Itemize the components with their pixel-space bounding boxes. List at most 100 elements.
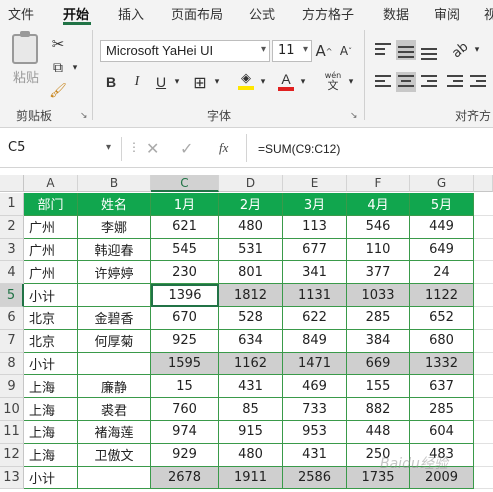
tab-insert[interactable]: 插入 [118, 4, 144, 23]
table-cell[interactable]: 680 [410, 329, 474, 353]
font-color-icon[interactable]: A [276, 70, 296, 92]
format-painter-icon[interactable]: 🖌 [48, 81, 68, 101]
table-cell[interactable]: 许婷婷 [78, 261, 151, 285]
table-cell[interactable]: 褚海莲 [78, 421, 151, 444]
column-header-e[interactable]: E [283, 175, 347, 192]
row-header-8[interactable]: 8 [0, 352, 24, 376]
subtotal-cell[interactable]: 669 [347, 352, 410, 376]
copy-dropdown-icon[interactable]: ▾ [70, 58, 80, 78]
empty-cell[interactable] [474, 330, 493, 353]
table-cell[interactable]: 649 [410, 238, 474, 262]
align-top-icon[interactable] [373, 40, 393, 60]
subtotal-cell[interactable] [78, 284, 151, 307]
table-cell[interactable]: 韩迎春 [78, 238, 151, 262]
table-cell[interactable]: 377 [347, 261, 410, 285]
subtotal-cell[interactable] [78, 466, 151, 490]
table-cell[interactable]: 广州 [24, 215, 78, 239]
header-cell[interactable]: 4月 [347, 193, 410, 216]
shrink-font-icon[interactable]: Aˇ [337, 40, 355, 62]
table-cell[interactable]: 449 [410, 215, 474, 239]
subtotal-cell[interactable]: 1162 [219, 352, 283, 376]
subtotal-cell[interactable]: 1911 [219, 466, 283, 490]
row-header-9[interactable]: 9 [0, 375, 24, 399]
table-cell[interactable]: 230 [151, 261, 219, 285]
table-cell[interactable]: 85 [219, 398, 283, 421]
table-cell[interactable]: 15 [151, 375, 219, 399]
row-header-10[interactable]: 10 [0, 398, 24, 421]
column-header-a[interactable]: A [24, 175, 78, 192]
table-cell[interactable]: 545 [151, 238, 219, 262]
row-header-13[interactable]: 13 [0, 466, 24, 490]
subtotal-cell[interactable]: 1131 [283, 284, 347, 307]
table-cell[interactable]: 652 [410, 307, 474, 330]
table-cell[interactable]: 621 [151, 215, 219, 239]
bold-button[interactable]: B [102, 72, 120, 92]
insert-function-button[interactable]: fx [219, 140, 228, 156]
chevron-down-icon[interactable]: ▾ [472, 40, 482, 60]
table-cell[interactable]: 546 [347, 215, 410, 239]
empty-cell[interactable] [474, 193, 493, 216]
header-cell[interactable]: 5月 [410, 193, 474, 216]
chevron-down-icon[interactable]: ▾ [172, 72, 182, 92]
table-cell[interactable]: 670 [151, 307, 219, 330]
tab-fangfang[interactable]: 方方格子 [302, 4, 354, 23]
column-header-f[interactable]: F [347, 175, 410, 192]
table-cell[interactable]: 528 [219, 307, 283, 330]
empty-cell[interactable] [474, 353, 493, 376]
column-header-b[interactable]: B [78, 175, 151, 192]
tab-view[interactable]: 视 [484, 4, 493, 23]
tab-home[interactable]: 开始 [63, 4, 89, 23]
decrease-indent-icon[interactable] [445, 72, 465, 92]
table-cell[interactable]: 622 [283, 307, 347, 330]
table-cell[interactable]: 733 [283, 398, 347, 421]
empty-cell[interactable] [474, 398, 493, 421]
chevron-down-icon[interactable]: ▾ [106, 142, 111, 153]
subtotal-cell[interactable]: 2586 [283, 466, 347, 490]
row-header-4[interactable]: 4 [0, 261, 24, 285]
tab-file[interactable]: 文件 [8, 4, 34, 23]
empty-cell[interactable] [474, 421, 493, 444]
table-cell[interactable]: 634 [219, 329, 283, 353]
empty-cell[interactable] [474, 284, 493, 307]
cancel-icon[interactable]: ✕ [146, 139, 159, 158]
table-cell[interactable]: 480 [219, 443, 283, 467]
italic-button[interactable]: I [128, 72, 146, 92]
increase-indent-icon[interactable] [468, 72, 488, 92]
row-header-1[interactable]: 1 [0, 193, 24, 216]
font-size-select[interactable]: 11 ▾ [272, 40, 312, 62]
table-cell[interactable]: 915 [219, 421, 283, 444]
column-header-c[interactable]: C [151, 175, 219, 192]
row-header-11[interactable]: 11 [0, 421, 24, 444]
row-header-2[interactable]: 2 [0, 215, 24, 239]
row-header-6[interactable]: 6 [0, 307, 24, 330]
header-cell[interactable]: 姓名 [78, 193, 151, 216]
empty-cell[interactable] [474, 307, 493, 330]
empty-cell[interactable] [474, 261, 493, 285]
table-cell[interactable]: 469 [283, 375, 347, 399]
cut-icon[interactable]: ✂ [48, 34, 68, 54]
row-header-12[interactable]: 12 [0, 443, 24, 467]
empty-cell[interactable] [474, 444, 493, 467]
table-cell[interactable]: 604 [410, 421, 474, 444]
table-cell[interactable]: 113 [283, 215, 347, 239]
table-cell[interactable]: 849 [283, 329, 347, 353]
chevron-down-icon[interactable]: ▾ [258, 72, 268, 92]
subtotal-cell[interactable]: 1595 [151, 352, 219, 376]
subtotal-cell[interactable]: 1033 [347, 284, 410, 307]
table-cell[interactable]: 925 [151, 329, 219, 353]
paste-button[interactable]: 粘贴 [13, 67, 39, 86]
subtotal-cell[interactable]: 1812 [219, 284, 283, 307]
table-cell[interactable]: 卫傲文 [78, 443, 151, 467]
table-cell[interactable]: 801 [219, 261, 283, 285]
table-cell[interactable]: 760 [151, 398, 219, 421]
table-cell[interactable]: 531 [219, 238, 283, 262]
font-launcher-icon[interactable]: ↘ [350, 111, 358, 121]
table-cell[interactable]: 929 [151, 443, 219, 467]
table-cell[interactable]: 341 [283, 261, 347, 285]
row-header-7[interactable]: 7 [0, 329, 24, 353]
row-header-5[interactable]: 5 [0, 284, 24, 307]
table-cell[interactable]: 285 [347, 307, 410, 330]
empty-cell[interactable] [474, 467, 493, 490]
fill-color-icon[interactable]: ◈ [236, 70, 256, 92]
chevron-down-icon[interactable]: ▾ [298, 72, 308, 92]
